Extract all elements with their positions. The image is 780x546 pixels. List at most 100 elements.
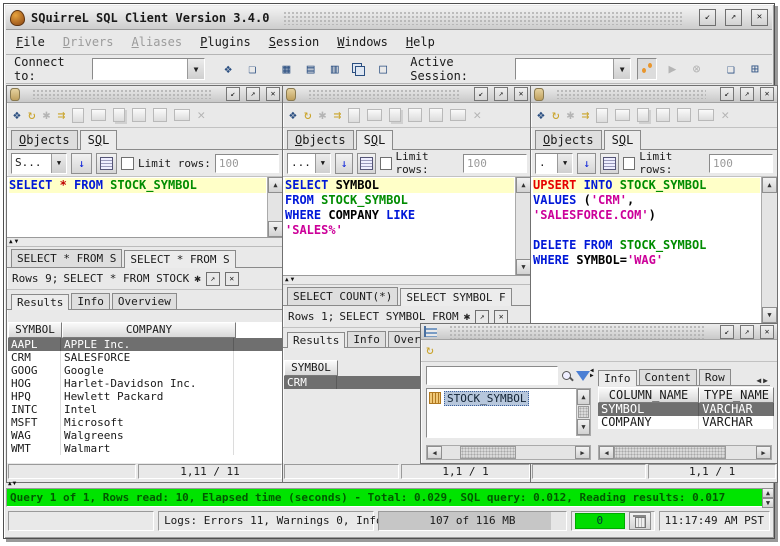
collapse-down-icon[interactable]: ▼ <box>13 481 17 487</box>
tab[interactable]: SELECT * FROM S <box>124 250 235 268</box>
minimize-button[interactable]: ↙ <box>699 9 716 26</box>
close-result-icon[interactable]: ✕ <box>494 310 508 324</box>
menu-session[interactable]: Session <box>269 35 320 49</box>
minimize-button[interactable]: ↙ <box>226 87 240 101</box>
active-session-combo[interactable]: ▼ <box>515 58 631 80</box>
message-splitter[interactable]: ▲ ▼ <box>8 481 16 487</box>
detach-result-icon[interactable]: ↗ <box>206 272 220 286</box>
new-file-icon[interactable] <box>72 108 84 123</box>
tab-row[interactable]: Row <box>699 369 731 385</box>
scroll-down-icon[interactable]: ▼ <box>762 498 774 508</box>
maximize-button[interactable]: ↗ <box>246 87 260 101</box>
close-file-icon[interactable]: ✕ <box>197 109 205 122</box>
save-as-icon[interactable] <box>677 108 691 122</box>
scroll-thumb[interactable] <box>460 446 516 459</box>
table-row[interactable]: WAGWalgreens <box>8 429 282 442</box>
open-file-icon[interactable] <box>91 109 106 121</box>
refresh-icon[interactable]: ↻ <box>426 344 434 357</box>
tile-vertical-icon[interactable]: ▥ <box>326 59 344 79</box>
tab[interactable]: Info <box>347 331 386 347</box>
tab[interactable]: Info <box>71 293 110 309</box>
scroll-up-icon[interactable]: ▲ <box>268 177 283 193</box>
save-icon[interactable] <box>408 108 422 122</box>
minimize-button[interactable]: ↙ <box>720 87 734 101</box>
scroll-up-icon[interactable]: ▲ <box>577 389 590 405</box>
tab[interactable]: Overview <box>112 293 177 309</box>
scroll-down-icon[interactable]: ▼ <box>516 259 531 275</box>
scroll-left-icon[interactable]: ◀ <box>599 446 614 459</box>
table-row[interactable]: SYMBOLVARCHAR <box>598 403 774 416</box>
limit-rows-input[interactable] <box>709 154 773 173</box>
editor-scrollbar[interactable]: ▲ ▼ <box>267 177 283 237</box>
list-scrollbar[interactable]: ▲ ▼ <box>576 388 591 436</box>
tab[interactable]: SELECT COUNT(*) <box>287 287 398 305</box>
table-hscrollbar[interactable]: ◀ ▶ <box>598 445 772 460</box>
close-button[interactable]: ✕ <box>266 87 280 101</box>
tab-sql[interactable]: SQL <box>604 130 642 150</box>
table-row[interactable]: COMPANYVARCHAR <box>598 416 774 429</box>
column-header[interactable]: SYMBOL <box>284 360 338 376</box>
chevron-down-icon[interactable]: ▼ <box>51 154 66 173</box>
tab-content[interactable]: Content <box>639 369 697 385</box>
menu-windows[interactable]: Windows <box>337 35 388 49</box>
save-icon[interactable] <box>656 108 670 122</box>
splitter[interactable]: ▲ ▼ <box>7 238 283 247</box>
open-file-icon[interactable] <box>615 109 630 121</box>
tab[interactable]: SELECT * FROM S <box>11 249 122 267</box>
list-item[interactable]: STOCK_SYMBOL <box>429 391 577 405</box>
run-sql-icon[interactable]: ✱ <box>43 109 51 122</box>
maximize-button[interactable]: ↗ <box>740 87 754 101</box>
close-result-icon[interactable]: ✕ <box>225 272 239 286</box>
list-hscrollbar[interactable]: ◀ ▶ <box>426 445 591 460</box>
play-icon[interactable]: ▶ <box>663 59 681 79</box>
scroll-up-icon[interactable]: ▲ <box>516 177 531 193</box>
format-sql-icon[interactable]: ⇉ <box>57 109 65 122</box>
search-icon[interactable] <box>560 369 574 383</box>
stop-icon[interactable]: ⊗ <box>688 59 706 79</box>
collapse-up-icon[interactable]: ▲ <box>9 239 13 245</box>
scroll-down-icon[interactable]: ▼ <box>762 307 777 323</box>
tab-objects[interactable]: Objects <box>287 130 354 149</box>
tab-sql[interactable]: SQL <box>80 130 118 150</box>
columns-table[interactable]: COLUMN_NAMETYPE_NAMESYMBOLVARCHARCOMPANY… <box>598 387 774 429</box>
table-row[interactable]: CRMSALESFORCE <box>8 351 282 364</box>
chevron-down-icon[interactable]: ▼ <box>613 59 630 79</box>
tab-objects[interactable]: Objects <box>535 130 602 149</box>
session-properties-icon[interactable]: ❖ <box>537 109 545 122</box>
append-file-icon[interactable] <box>389 108 401 122</box>
alias-properties-icon[interactable]: ❏ <box>243 59 261 79</box>
tab-info[interactable]: Info <box>598 370 637 386</box>
append-history-button[interactable]: ↓ <box>577 153 596 174</box>
rerun-sql-icon[interactable]: ✱ <box>464 310 471 323</box>
tab[interactable]: Results <box>11 294 69 310</box>
format-sql-icon[interactable]: ⇉ <box>333 109 341 122</box>
editor-scrollbar[interactable]: ▲ ▼ <box>761 177 777 323</box>
session-properties-icon[interactable]: ❖ <box>13 109 21 122</box>
detach-result-icon[interactable]: ↗ <box>475 310 489 324</box>
splitter[interactable]: ▲ ▼ <box>283 276 531 285</box>
tab[interactable]: SELECT SYMBOL F <box>400 288 511 306</box>
table-row[interactable]: INTCIntel <box>8 403 282 416</box>
search-input[interactable] <box>426 366 558 385</box>
close-button[interactable]: ✕ <box>751 9 768 26</box>
sql-editor[interactable]: SELECT * FROM STOCK_SYMBOL <box>7 177 268 237</box>
tile-windows-icon[interactable]: ▦ <box>277 59 295 79</box>
sql-history-combo[interactable]: S... ▼ <box>11 153 67 174</box>
sql-editor[interactable]: UPSERT INTO STOCK_SYMBOLVALUES ('CRM','S… <box>531 177 762 323</box>
new-file-icon[interactable] <box>348 108 360 123</box>
table-row[interactable]: WMTWalmart <box>8 442 282 455</box>
scroll-down-icon[interactable]: ▼ <box>577 419 590 435</box>
append-file-icon[interactable] <box>113 108 125 122</box>
print-icon[interactable] <box>174 109 190 121</box>
collapse-up-icon[interactable]: ▲ <box>8 481 12 487</box>
sql-history-combo[interactable]: . ▼ <box>535 153 573 174</box>
open-file-icon[interactable] <box>367 109 382 121</box>
menu-file[interactable]: File <box>16 35 45 49</box>
save-as-icon[interactable] <box>429 108 443 122</box>
save-icon[interactable] <box>132 108 146 122</box>
menu-plugins[interactable]: Plugins <box>200 35 251 49</box>
show-history-button[interactable] <box>96 153 117 174</box>
show-history-button[interactable] <box>600 153 619 174</box>
run-sql-icon[interactable]: ✱ <box>319 109 327 122</box>
frame-title-bar[interactable]: ↙ ↗ ✕ <box>283 86 531 103</box>
